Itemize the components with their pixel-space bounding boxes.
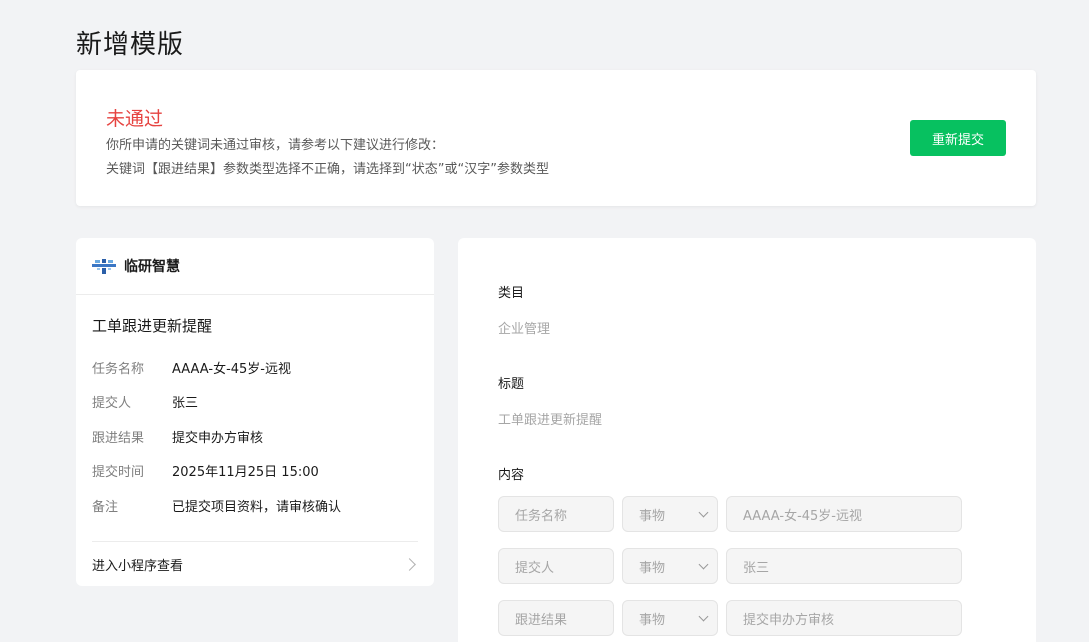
param-type-value: 事物 [639, 560, 666, 576]
param-value-field[interactable]: 提交申办方审核 [726, 600, 962, 636]
param-type-value: 事物 [639, 508, 666, 524]
chevron-down-icon [698, 611, 709, 621]
preview-field-value: AAAA-女-45岁-远视 [172, 361, 291, 377]
param-value-field[interactable]: AAAA-女-45岁-远视 [726, 496, 962, 532]
review-feedback-line-1: 你所申请的关键词未通过审核，请参考以下建议进行修改： [106, 138, 445, 153]
review-feedback: 你所申请的关键词未通过审核，请参考以下建议进行修改： 关键词【跟进结果】参数类型… [106, 134, 549, 182]
preview-field-row: 提交人 张三 [92, 385, 418, 420]
page-title: 新增模版 [76, 30, 185, 60]
param-row: 提交人 事物 张三 [498, 548, 962, 584]
param-type-select[interactable]: 事物 [622, 496, 718, 532]
open-mini-program-label: 进入小程序查看 [92, 558, 184, 574]
preview-field-key: 提交时间 [92, 465, 145, 481]
param-row: 跟进结果 事物 提交申办方审核 [498, 600, 962, 636]
title-label: 标题 [498, 377, 525, 392]
param-value-field[interactable]: 张三 [726, 548, 962, 584]
param-key-field[interactable]: 任务名称 [498, 496, 614, 532]
preview-field-row: 备注 已提交项目资料，请审核确认 [92, 488, 418, 523]
category-label: 类目 [498, 286, 525, 301]
review-feedback-line-2: 关键词【跟进结果】参数类型选择不正确，请选择到“状态”或“汉字”参数类型 [106, 162, 549, 177]
chevron-down-icon [698, 559, 709, 569]
category-value: 企业管理 [498, 322, 551, 337]
preview-field-value: 已提交项目资料，请审核确认 [172, 499, 342, 515]
preview-field-row: 跟进结果 提交申办方审核 [92, 419, 418, 454]
param-type-select[interactable]: 事物 [622, 548, 718, 584]
app-logo-icon [92, 257, 116, 275]
content-label: 内容 [498, 468, 525, 483]
param-key-field[interactable]: 跟进结果 [498, 600, 614, 636]
preview-body: 工单跟进更新提醒 任务名称 AAAA-女-45岁-远视 提交人 张三 跟进结果 … [76, 315, 434, 523]
resubmit-button[interactable]: 重新提交 [910, 120, 1006, 156]
preview-field-value: 2025年11月25日 15:00 [172, 465, 319, 481]
review-status-label: 未通过 [106, 108, 164, 130]
preview-field-row: 提交时间 2025年11月25日 15:00 [92, 454, 418, 489]
preview-field-key: 跟进结果 [92, 430, 145, 446]
app-name: 临研智慧 [124, 259, 180, 275]
preview-field-value: 提交申办方审核 [172, 430, 264, 446]
template-form-card: 类目 企业管理 标题 工单跟进更新提醒 内容 任务名称 事物 AAAA-女-45… [458, 238, 1036, 642]
preview-field-value: 张三 [172, 396, 199, 412]
preview-field-key: 备注 [92, 499, 119, 515]
preview-field-key: 提交人 [92, 396, 132, 412]
message-title: 工单跟进更新提醒 [92, 317, 213, 335]
chevron-right-icon [403, 557, 416, 571]
preview-field-key: 任务名称 [92, 361, 145, 377]
message-preview-card: 临研智慧 工单跟进更新提醒 任务名称 AAAA-女-45岁-远视 提交人 张三 … [76, 238, 434, 586]
preview-header: 临研智慧 [76, 238, 434, 295]
param-row: 任务名称 事物 AAAA-女-45岁-远视 [498, 496, 962, 532]
review-status-card: 未通过 你所申请的关键词未通过审核，请参考以下建议进行修改： 关键词【跟进结果】… [76, 70, 1036, 206]
preview-field-row: 任务名称 AAAA-女-45岁-远视 [92, 350, 418, 385]
open-mini-program-link[interactable]: 进入小程序查看 [92, 541, 418, 586]
param-type-value: 事物 [639, 612, 666, 628]
title-value: 工单跟进更新提醒 [498, 413, 603, 428]
chevron-down-icon [698, 507, 709, 517]
param-key-field[interactable]: 提交人 [498, 548, 614, 584]
param-type-select[interactable]: 事物 [622, 600, 718, 636]
